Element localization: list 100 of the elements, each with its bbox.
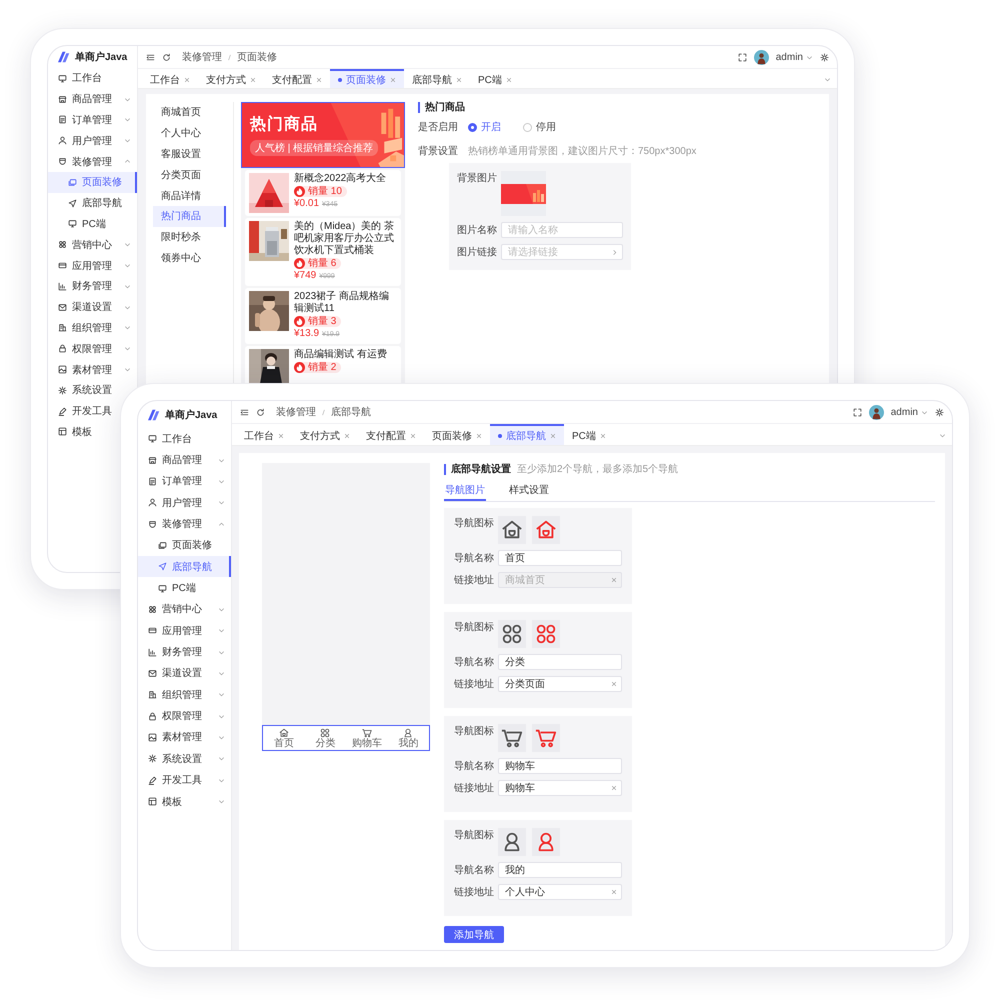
sidebar-item[interactable]: 系统设置 [48, 380, 118, 401]
tab[interactable]: 页面装修 [424, 424, 490, 445]
breadcrumb-item[interactable]: 底部导航 [331, 405, 371, 419]
page-item[interactable]: 限时秒杀 [153, 226, 226, 248]
sidebar-item[interactable]: 底部导航 [138, 556, 231, 578]
tab[interactable]: PC端 [470, 69, 520, 88]
sidebar-item[interactable]: 素材管理 [48, 359, 137, 380]
icon-tile[interactable] [498, 620, 526, 648]
nav-tab[interactable]: 购物车 [346, 726, 388, 750]
close-icon[interactable] [611, 681, 617, 687]
name-field[interactable]: 购物车 [498, 758, 622, 774]
icon-tile[interactable] [498, 724, 526, 752]
tab[interactable]: PC端 [564, 424, 614, 445]
sidebar-item[interactable]: 开发工具 [138, 770, 231, 791]
icon-tile[interactable] [532, 620, 560, 648]
name-field[interactable]: 分类 [498, 654, 622, 670]
sidebar-item[interactable]: 页面装修 [48, 172, 137, 193]
tab[interactable]: 支付配置 [358, 424, 424, 445]
breadcrumb-item[interactable]: 装修管理 [276, 405, 316, 419]
close-icon[interactable] [278, 432, 284, 438]
sidebar-item[interactable]: 财务管理 [48, 276, 137, 297]
fullscreen-icon[interactable] [852, 408, 862, 416]
sidebar-item[interactable]: 工作台 [138, 428, 208, 450]
sidebar-item[interactable]: 渠道设置 [138, 662, 231, 684]
fullscreen-icon[interactable] [738, 52, 747, 62]
sidebar-item[interactable]: 工作台 [48, 68, 118, 89]
close-icon[interactable] [506, 76, 512, 82]
sidebar-item[interactable]: 订单管理 [48, 110, 137, 130]
sidebar-item[interactable]: 营销中心 [48, 234, 137, 256]
sidebar-item[interactable]: 用户管理 [138, 492, 231, 514]
banner[interactable]: 热门商品 人气榜 | 根据销量综合推荐 [241, 102, 405, 168]
tab[interactable]: 支付配置 [264, 69, 330, 88]
close-icon[interactable] [550, 432, 556, 438]
sidebar-item[interactable]: 模板 [48, 422, 118, 442]
close-icon[interactable] [611, 785, 617, 791]
nav-tab[interactable]: 分类 [304, 726, 346, 750]
sidebar-item[interactable]: 用户管理 [48, 130, 137, 152]
image-thumbnail[interactable] [501, 171, 546, 216]
nav-tab[interactable]: 我的 [388, 726, 429, 750]
close-icon[interactable] [611, 889, 617, 895]
refresh-icon[interactable] [256, 408, 265, 416]
tab[interactable]: 样式设置 [508, 481, 550, 501]
page-item[interactable]: 商品详情 [153, 185, 226, 206]
name-field[interactable]: 我的 [498, 862, 622, 878]
bottom-nav-bar[interactable]: 首页 分类 购物车 我的 [262, 725, 430, 751]
name-field[interactable]: 请输入名称 [501, 222, 623, 238]
page-item[interactable]: 领券中心 [153, 248, 226, 268]
page-item[interactable]: 热门商品 [153, 206, 226, 227]
link-select[interactable]: 购物车 [498, 780, 622, 796]
breadcrumb-item[interactable]: 装修管理 [182, 50, 222, 64]
tab[interactable]: 底部导航 [490, 424, 564, 445]
sidebar-item[interactable]: 财务管理 [138, 641, 231, 663]
user-name[interactable]: admin [890, 406, 918, 418]
sidebar-item[interactable]: 商品管理 [48, 88, 137, 110]
sidebar-item[interactable]: 组织管理 [48, 318, 137, 338]
radio-option[interactable]: 开启 [468, 120, 501, 134]
avatar-icon[interactable] [868, 404, 884, 420]
icon-tile[interactable] [532, 724, 560, 752]
tab[interactable]: 支付方式 [198, 69, 264, 88]
sidebar-item[interactable]: 装修管理 [138, 513, 231, 535]
link-select[interactable]: 分类页面 [498, 676, 622, 692]
page-item[interactable]: 商城首页 [153, 102, 226, 123]
chevron-down-icon[interactable] [939, 432, 946, 438]
sidebar-item[interactable]: PC端 [138, 577, 231, 599]
close-icon[interactable] [316, 76, 322, 82]
chevron-down-icon[interactable] [921, 408, 928, 416]
link-select[interactable]: 请选择链接 [501, 244, 623, 260]
tab[interactable]: 底部导航 [404, 69, 470, 88]
breadcrumb-item[interactable]: 页面装修 [237, 50, 277, 64]
close-icon[interactable] [390, 76, 396, 82]
close-icon[interactable] [344, 432, 350, 438]
icon-tile[interactable] [498, 516, 526, 544]
sidebar-item[interactable]: 权限管理 [48, 338, 137, 360]
sidebar-item[interactable]: 应用管理 [48, 255, 137, 276]
close-icon[interactable] [600, 432, 606, 438]
close-icon[interactable] [184, 76, 190, 82]
sidebar-item[interactable]: 装修管理 [48, 151, 137, 172]
sidebar-item[interactable]: 商品管理 [138, 449, 231, 471]
sidebar-item[interactable]: 营销中心 [138, 598, 231, 620]
sidebar-item[interactable]: PC端 [48, 214, 137, 234]
add-nav-button[interactable]: 添加导航 [444, 926, 504, 943]
tab[interactable]: 工作台 [236, 424, 292, 445]
sidebar-item[interactable]: 渠道设置 [48, 296, 137, 318]
sidebar-item[interactable]: 组织管理 [138, 684, 231, 706]
page-item[interactable]: 分类页面 [153, 164, 226, 186]
sidebar-item[interactable]: 模板 [138, 790, 231, 812]
icon-tile[interactable] [532, 828, 560, 856]
sidebar-item[interactable]: 底部导航 [48, 192, 137, 214]
page-item[interactable]: 个人中心 [153, 122, 226, 144]
close-icon[interactable] [456, 76, 462, 82]
sidebar-item[interactable]: 页面装修 [138, 534, 231, 556]
close-icon[interactable] [410, 432, 416, 438]
tab[interactable]: 支付方式 [292, 424, 358, 445]
sidebar-item[interactable]: 开发工具 [48, 400, 118, 422]
tab[interactable]: 工作台 [142, 69, 198, 88]
menu-icon[interactable] [146, 52, 155, 62]
nav-tab[interactable]: 首页 [263, 726, 304, 750]
sidebar-item[interactable]: 权限管理 [138, 705, 231, 727]
chevron-down-icon[interactable] [824, 76, 831, 82]
radio-option[interactable]: 停用 [523, 120, 556, 134]
